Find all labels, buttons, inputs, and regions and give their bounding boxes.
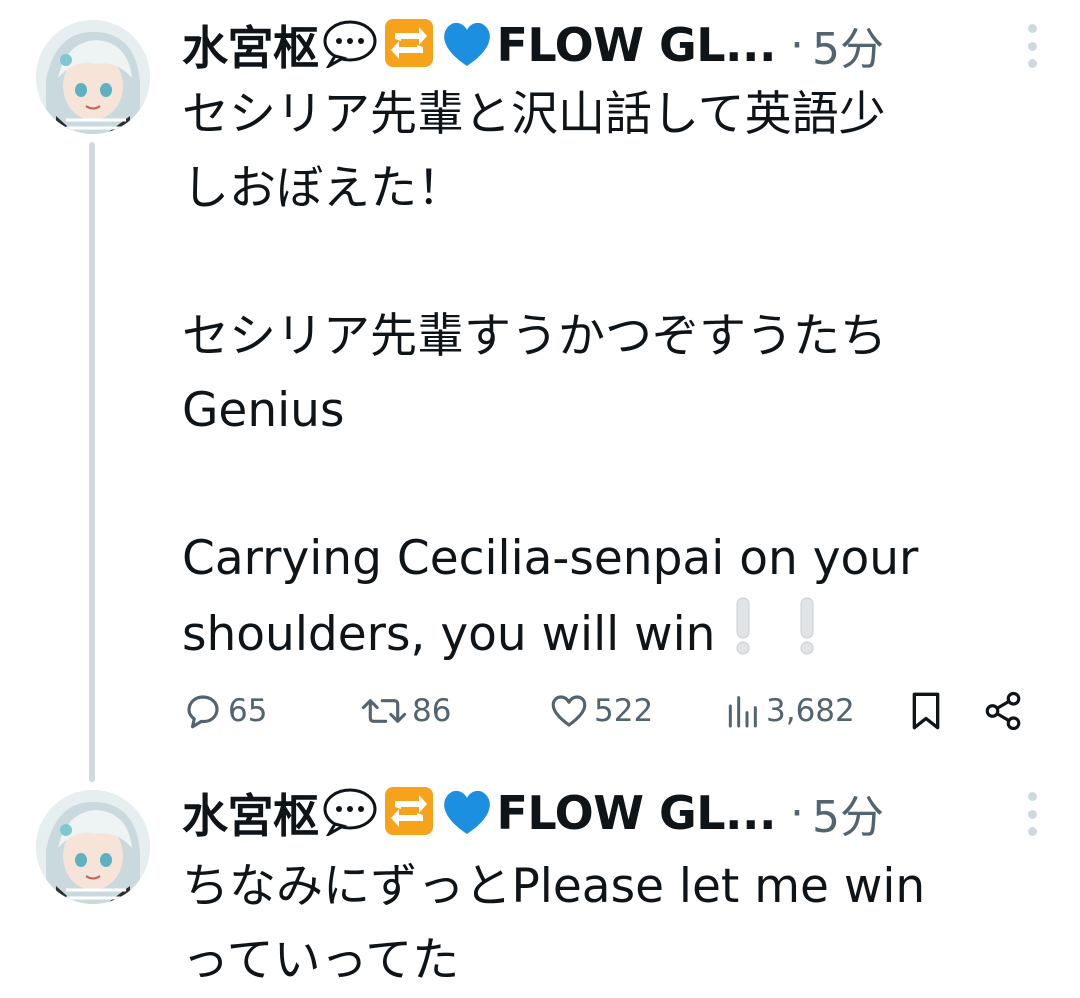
tweet-time[interactable]: 5分 (812, 13, 884, 77)
share-button[interactable] (982, 686, 1024, 736)
more-options-icon[interactable] (1022, 24, 1042, 68)
author-badge-text[interactable]: FLOW GL... (497, 786, 777, 840)
tweet-text-content: セシリア先輩と沢山話して英語少 しおぼえた！ セシリア先輩すうかつぞすうたち G… (182, 87, 919, 662)
like-count: 522 (594, 693, 654, 729)
author-name[interactable]: 水宮枢 (182, 780, 319, 846)
separator-dot: · (789, 787, 804, 839)
share-icon (985, 691, 1021, 731)
tweet-time[interactable]: 5分 (812, 781, 884, 845)
tweet[interactable]: 水宮枢 FLOW GL... · 5分 ちなみにずっとPlease let me… (0, 778, 1080, 997)
thread-line (89, 142, 95, 782)
more-options-icon[interactable] (1022, 792, 1042, 836)
bookmark-icon (912, 692, 940, 730)
like-button[interactable]: 522 (548, 686, 653, 736)
avatar[interactable] (36, 20, 150, 134)
tweet-header: 水宮枢 FLOW GL... · 5分 (182, 10, 1042, 80)
reply-button[interactable]: 65 (182, 686, 267, 736)
tweet-actions: 65 86 522 3,682 (182, 686, 1032, 736)
analytics-icon (728, 696, 757, 728)
separator-dot: · (789, 19, 804, 71)
double-exclamation-icon (729, 596, 819, 678)
repeat-button-icon (383, 785, 435, 841)
heart-icon (551, 695, 587, 727)
repost-icon (361, 699, 407, 723)
author-badge-text[interactable]: FLOW GL... (497, 18, 777, 72)
views-button[interactable]: 3,682 (722, 686, 855, 736)
tweet-text: セシリア先輩と沢山話して英語少 しおぼえた！ セシリア先輩すうかつぞすうたち G… (182, 78, 1032, 678)
tweet-text: ちなみにずっとPlease let me win っていってた (182, 859, 926, 988)
avatar[interactable] (36, 790, 150, 904)
blue-heart-icon (439, 786, 495, 840)
tweet-header: 水宮枢 FLOW GL... · 5分 (182, 778, 1042, 848)
views-count: 3,682 (766, 693, 855, 729)
tweet[interactable]: 水宮枢 FLOW GL... · 5分 セシリア先輩と沢山話して英語少 しおぼえ… (0, 0, 1080, 782)
reply-icon (187, 695, 219, 729)
repeat-button-icon (383, 17, 435, 73)
author-name[interactable]: 水宮枢 (182, 12, 319, 78)
reply-count: 65 (228, 693, 268, 729)
bookmark-button[interactable] (906, 686, 946, 736)
speech-bubble-icon (321, 786, 379, 840)
blue-heart-icon (439, 18, 495, 72)
repost-button[interactable]: 86 (360, 686, 451, 736)
speech-bubble-icon (321, 18, 379, 72)
repost-count: 86 (412, 693, 452, 729)
